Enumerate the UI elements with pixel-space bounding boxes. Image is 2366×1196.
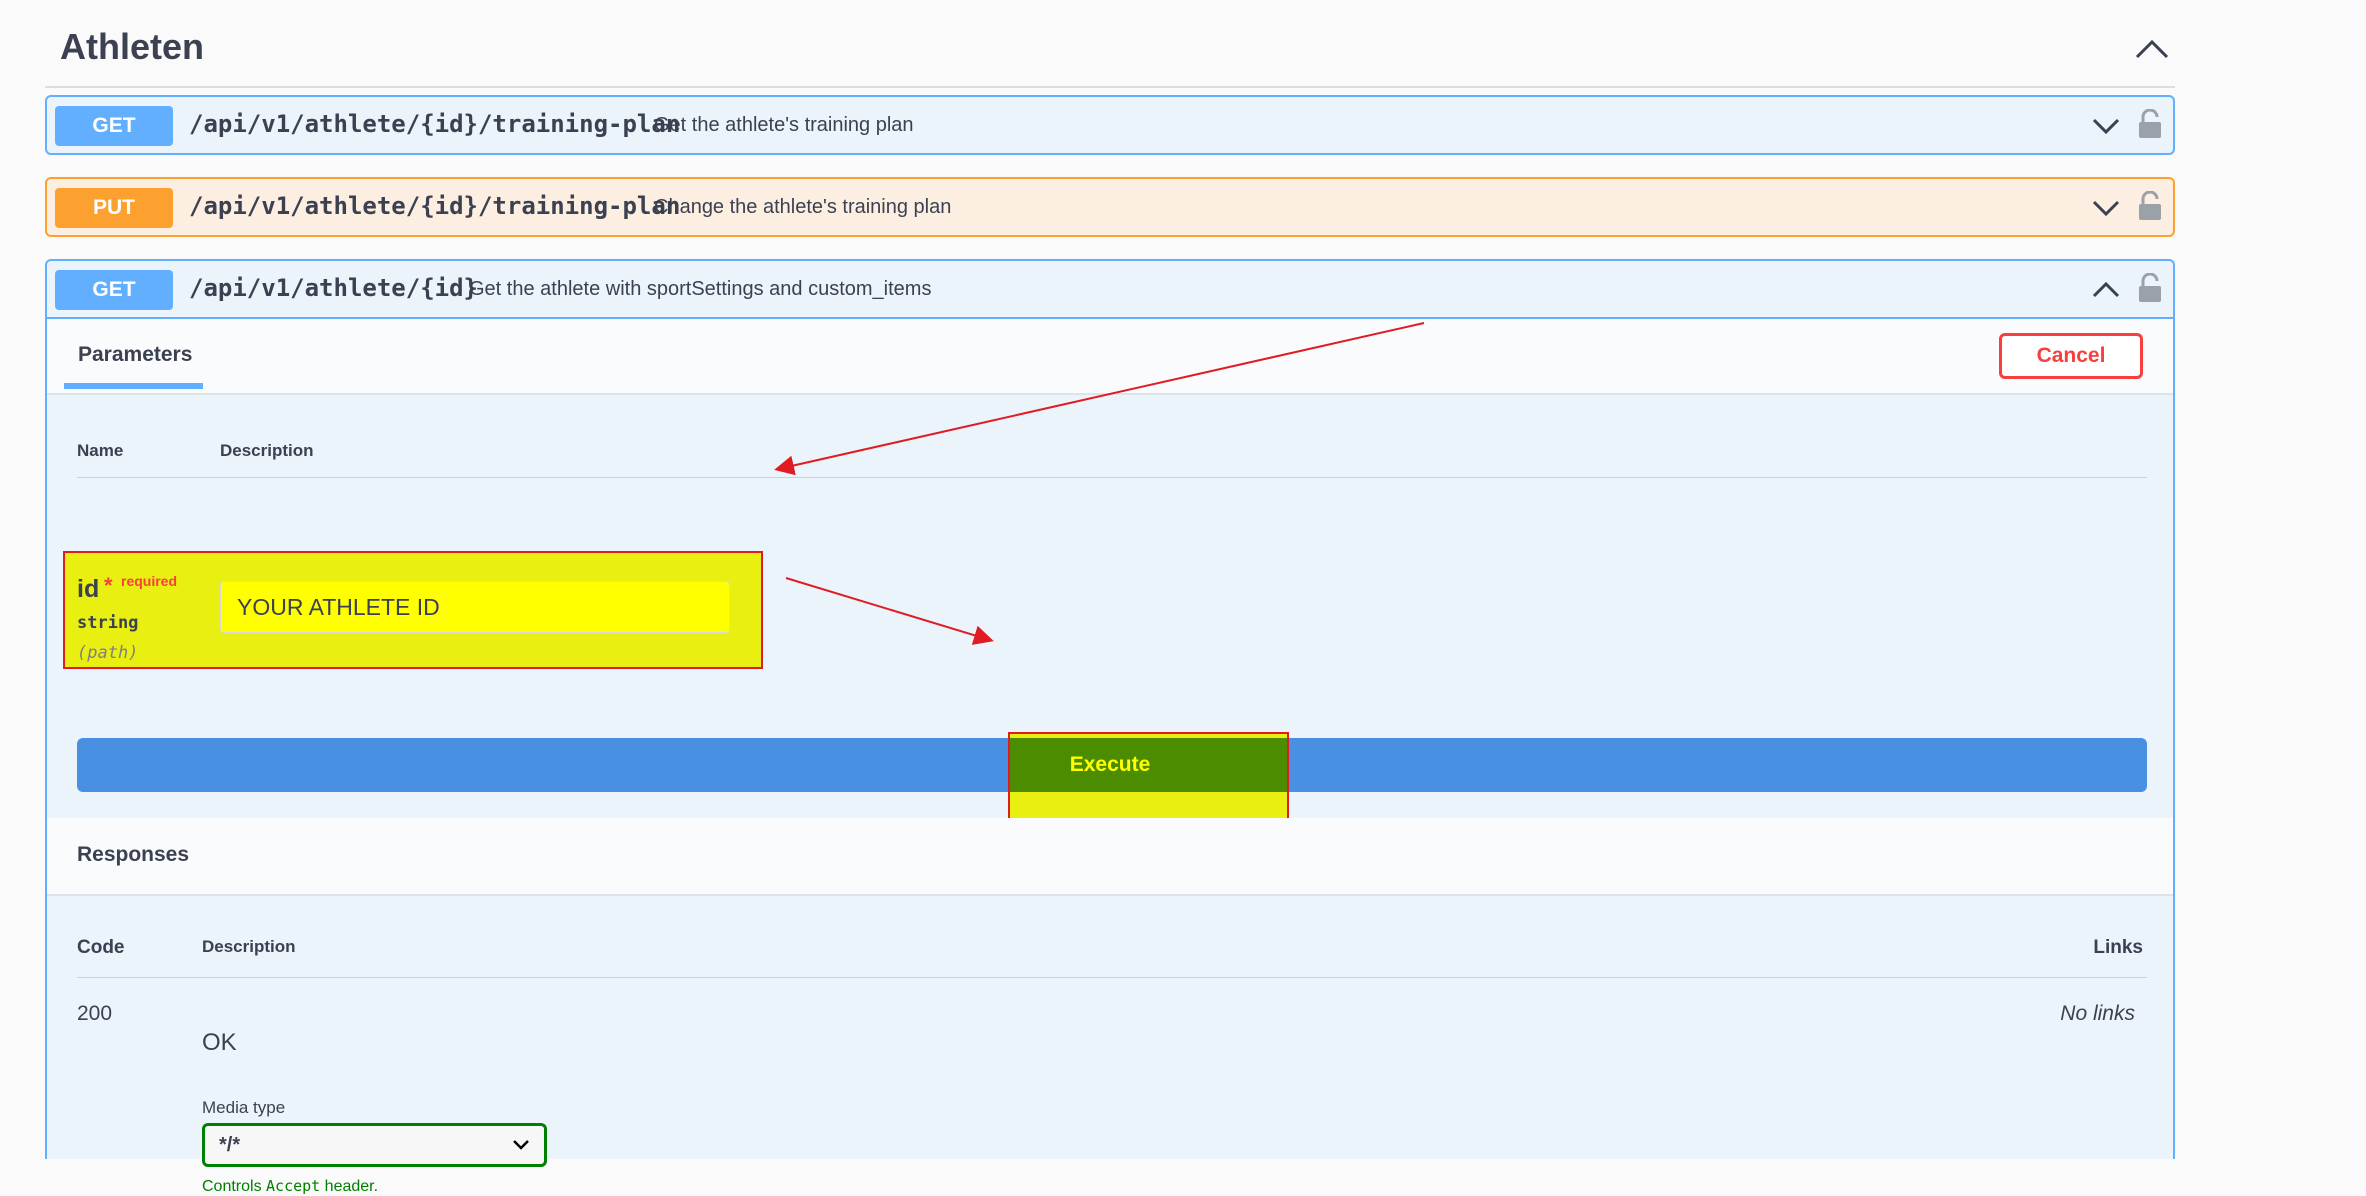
lock-icon[interactable]: [2137, 191, 2163, 221]
response-description: OK: [202, 1029, 237, 1056]
athlete-id-input[interactable]: YOUR ATHLETE ID: [220, 581, 730, 633]
hint-prefix: Controls: [202, 1178, 267, 1195]
parameters-section: Name Description id * required string (p…: [47, 395, 2173, 1195]
media-type-hint: Controls Accept header.: [202, 1177, 378, 1196]
lock-icon[interactable]: [2137, 109, 2163, 139]
media-type-select[interactable]: */*: [202, 1123, 547, 1167]
section-header[interactable]: Athleten: [45, 0, 2175, 88]
operation-path: /api/v1/athlete/{id}/training-plan: [189, 192, 681, 220]
responses-header: Responses: [47, 818, 2173, 896]
hint-code: Accept: [266, 1177, 321, 1195]
operation-get-training-plan[interactable]: GET /api/v1/athlete/{id}/training-plan G…: [45, 95, 2175, 155]
column-header-code: Code: [77, 937, 125, 958]
column-header-description: Description: [220, 441, 314, 460]
operation-summary[interactable]: GET /api/v1/athlete/{id} Get the athlete…: [47, 261, 2173, 317]
param-name: id: [77, 575, 100, 603]
chevron-up-icon[interactable]: [2091, 275, 2121, 305]
response-code: 200: [77, 1002, 113, 1025]
method-badge: GET: [55, 270, 173, 310]
column-header-links: Links: [2093, 937, 2143, 958]
column-header-name: Name: [77, 441, 124, 460]
required-star: *: [104, 573, 113, 598]
media-type-value: */*: [219, 1134, 241, 1156]
operation-body: Parameters Cancel Name Description id * …: [47, 317, 2173, 1195]
method-badge: GET: [55, 106, 173, 146]
tab-active-indicator: [64, 383, 203, 389]
column-header-response-description: Description: [202, 937, 296, 956]
cancel-button[interactable]: Cancel: [1999, 333, 2143, 379]
divider: [77, 477, 2147, 478]
execute-label[interactable]: Execute: [1010, 738, 1210, 792]
operation-summary[interactable]: PUT /api/v1/athlete/{id}/training-plan C…: [47, 179, 2173, 235]
operation-put-training-plan[interactable]: PUT /api/v1/athlete/{id}/training-plan C…: [45, 177, 2175, 237]
response-links: No links: [2060, 1002, 2135, 1025]
param-location: (path): [77, 643, 139, 663]
lock-icon[interactable]: [2137, 273, 2163, 303]
param-type: string: [77, 613, 139, 633]
media-type-label: Media type: [202, 1098, 286, 1117]
operation-path: /api/v1/athlete/{id}/training-plan: [189, 110, 681, 138]
method-badge: PUT: [55, 188, 173, 228]
operation-summary[interactable]: GET /api/v1/athlete/{id}/training-plan G…: [47, 97, 2173, 153]
divider: [77, 977, 2147, 978]
parameters-tabbar: Parameters Cancel: [47, 319, 2173, 395]
chevron-up-icon[interactable]: [2129, 26, 2175, 72]
required-label: required: [121, 573, 178, 589]
chevron-down-icon[interactable]: [2091, 193, 2121, 223]
hint-suffix: header.: [320, 1178, 379, 1195]
swagger-page: Athleten GET /api/v1/athlete/{id}/traini…: [0, 0, 2366, 1195]
operation-get-athlete[interactable]: GET /api/v1/athlete/{id} Get the athlete…: [45, 259, 2175, 1195]
chevron-down-icon[interactable]: [2091, 111, 2121, 141]
section-title: Athleten: [60, 26, 204, 67]
responses-title: Responses: [77, 843, 190, 866]
tab-parameters[interactable]: Parameters: [78, 343, 192, 367]
operation-description: Get the athlete with sportSettings and c…: [469, 278, 932, 300]
operation-path: /api/v1/athlete/{id}: [189, 274, 478, 302]
chevron-down-icon: [513, 1140, 529, 1150]
operation-description: Get the athlete's training plan: [654, 114, 914, 136]
operation-description: Change the athlete's training plan: [654, 196, 952, 218]
